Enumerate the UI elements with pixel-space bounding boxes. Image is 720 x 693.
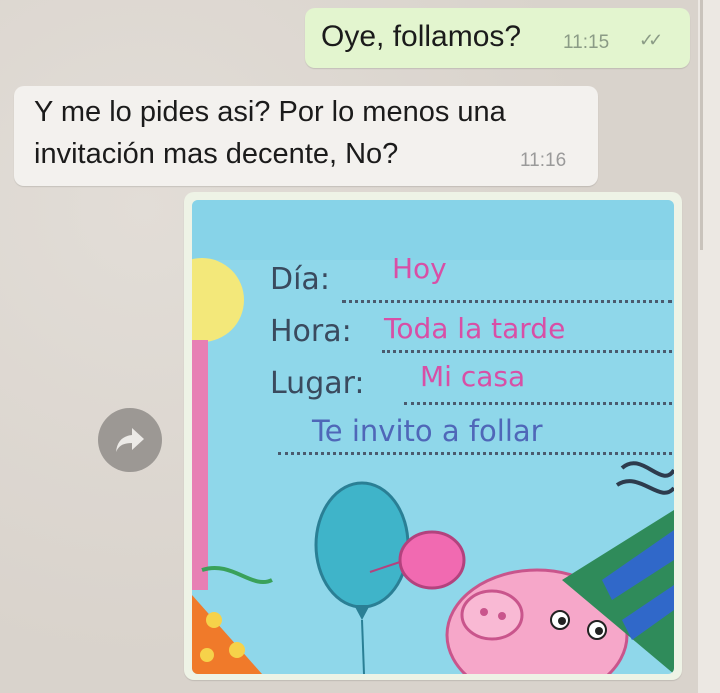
incoming-message-bubble[interactable]: Y me lo pides asi? Por lo menos una invi… bbox=[14, 86, 598, 186]
lugar-label: Lugar: bbox=[270, 366, 365, 401]
chat-scrollbar[interactable] bbox=[698, 0, 720, 693]
dia-dotted-line bbox=[342, 300, 672, 303]
pink-balloon bbox=[398, 530, 466, 590]
outgoing-message-time: 11:15 bbox=[563, 32, 610, 53]
invitation-image[interactable]: Día: Hoy Hora: Toda la tarde Lugar: Mi c… bbox=[192, 200, 674, 674]
incoming-message-line-1: Y me lo pides asi? Por lo menos una bbox=[34, 96, 506, 128]
forward-button[interactable] bbox=[98, 408, 162, 472]
image-message-bubble[interactable]: Día: Hoy Hora: Toda la tarde Lugar: Mi c… bbox=[184, 192, 682, 680]
scrollbar-track bbox=[700, 0, 703, 250]
dia-label: Día: bbox=[270, 262, 330, 297]
lugar-dotted-line bbox=[404, 402, 672, 405]
dia-value: Hoy bbox=[392, 252, 447, 285]
incoming-message-time: 11:16 bbox=[520, 150, 567, 171]
incoming-message-line-2: invitación mas decente, No? bbox=[34, 138, 399, 170]
outgoing-message-text: Oye, follamos? bbox=[321, 20, 522, 53]
hora-dotted-line bbox=[382, 350, 672, 353]
blue-balloon bbox=[314, 481, 410, 609]
invite-line: Te invito a follar bbox=[312, 414, 543, 448]
hora-value: Toda la tarde bbox=[384, 312, 566, 345]
lugar-value: Mi casa bbox=[420, 360, 526, 393]
double-check-icon: ✓✓ bbox=[639, 30, 663, 50]
outgoing-message-bubble[interactable]: Oye, follamos? 11:15 ✓✓ bbox=[305, 8, 690, 68]
hora-label: Hora: bbox=[270, 314, 352, 349]
invite-dotted-line bbox=[278, 452, 672, 455]
forward-arrow-icon bbox=[116, 428, 144, 452]
pink-border-shape bbox=[192, 340, 208, 590]
